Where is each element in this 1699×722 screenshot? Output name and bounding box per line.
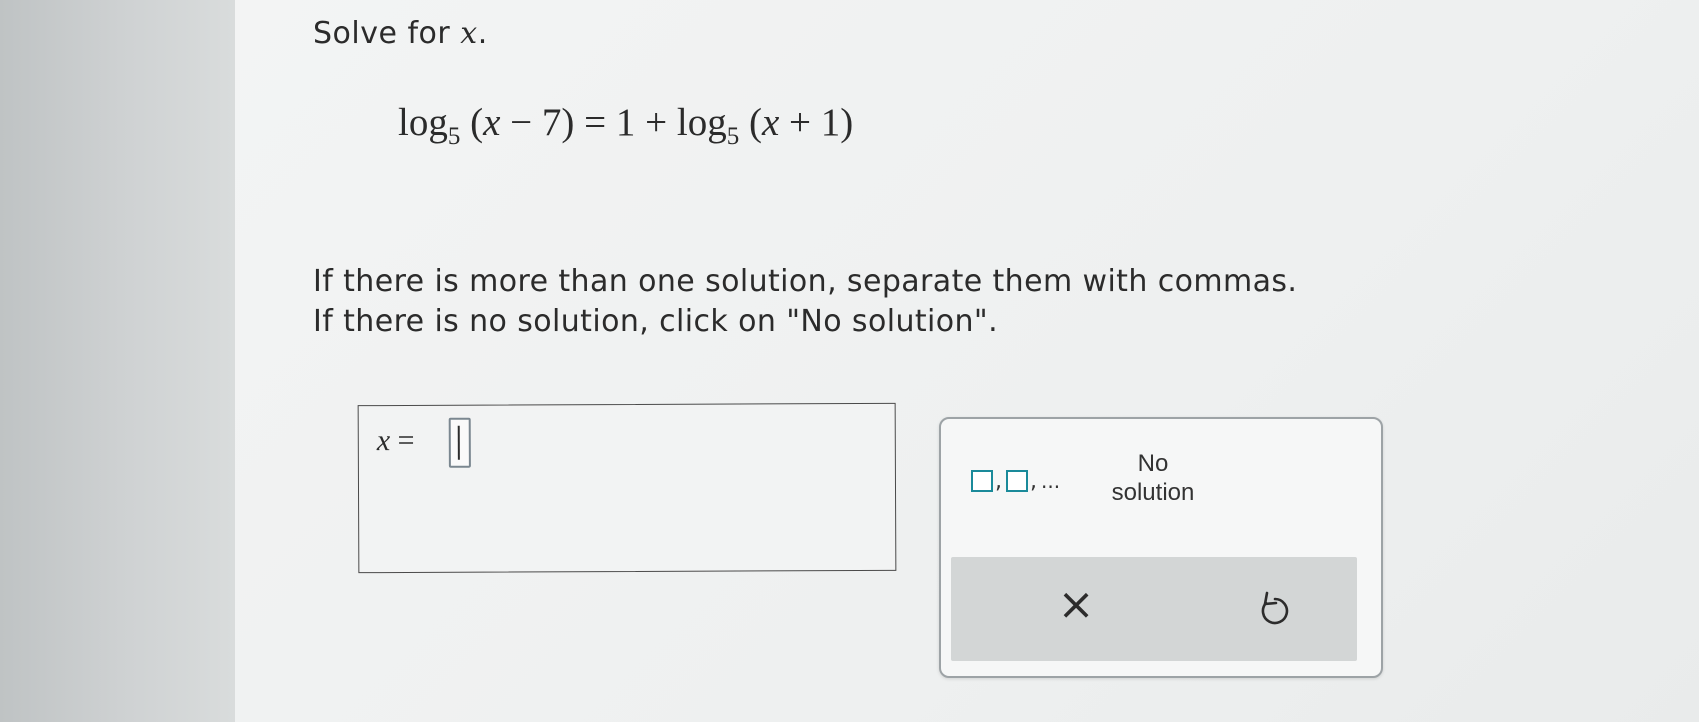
log-base: 5 (726, 123, 740, 150)
equation: log5 (x − 7) = 1 + log5 (x + 1) (398, 100, 853, 151)
equation-equals: = 1 + (574, 101, 677, 144)
equation-term: + 1) (779, 101, 854, 144)
paren-open: ( (460, 101, 484, 144)
log-function: log (398, 101, 448, 144)
comma-glyph: , (995, 468, 1002, 494)
box-icon (1006, 470, 1028, 492)
prompt-variable: x (460, 16, 478, 51)
equation-variable: x (761, 101, 780, 144)
answer-input[interactable] (448, 417, 471, 468)
clear-button[interactable]: × (1051, 575, 1101, 635)
close-icon: × (1057, 579, 1095, 630)
answer-variable: x (376, 424, 391, 458)
instructions: If there is more than one solution, sepa… (313, 262, 1297, 342)
no-solution-button[interactable]: No solution (1103, 449, 1203, 507)
log-base: 5 (447, 123, 461, 150)
answer-keypad: , , ... No solution × (939, 417, 1383, 678)
equation-variable: x (483, 101, 501, 144)
multiple-solutions-button[interactable]: , , ... (971, 463, 1071, 499)
left-margin-strip (0, 0, 235, 722)
box-icon (971, 470, 993, 492)
instruction-line: If there is no solution, click on "No so… (313, 304, 999, 339)
log-function: log (676, 101, 727, 144)
paren-open: ( (739, 101, 762, 144)
no-solution-label: No (1137, 450, 1169, 477)
equation-term: − 7) (500, 101, 575, 144)
instruction-line: If there is more than one solution, sepa… (313, 264, 1298, 299)
no-solution-label: solution (1111, 479, 1195, 506)
prompt-period: . (477, 16, 488, 51)
undo-button[interactable] (1253, 579, 1297, 639)
question-prompt: Solve for x. (313, 16, 488, 51)
ellipsis-glyph: ... (1041, 469, 1061, 493)
answer-box: x = (357, 402, 897, 574)
prompt-text: Solve for (313, 16, 461, 51)
comma-glyph: , (1030, 468, 1037, 494)
answer-equals: = (390, 423, 415, 458)
undo-icon (1261, 591, 1289, 625)
keypad-action-bar: × (951, 557, 1357, 661)
answer-label: x = (377, 424, 415, 458)
